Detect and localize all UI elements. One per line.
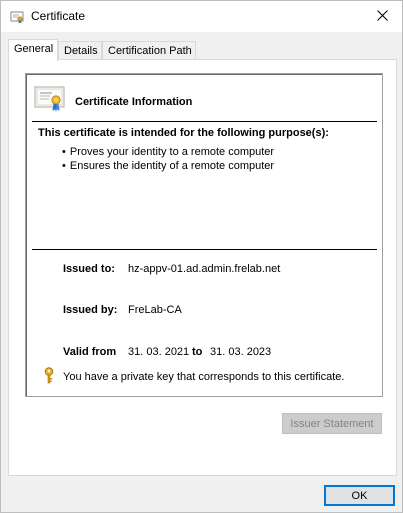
valid-from-label: Valid from xyxy=(63,346,117,358)
issued-to-label: Issued to: xyxy=(63,263,115,275)
private-key-note: You have a private key that corresponds … xyxy=(63,371,345,383)
divider-bottom xyxy=(32,249,377,250)
tab-general[interactable]: General xyxy=(8,39,58,61)
list-item: Proves your identity to a remote compute… xyxy=(62,145,274,159)
title-bar: Certificate xyxy=(1,1,402,32)
purpose-list: Proves your identity to a remote compute… xyxy=(62,145,274,173)
valid-to-label: to xyxy=(192,346,203,358)
close-icon xyxy=(376,9,388,24)
certificate-icon xyxy=(10,10,24,24)
issuer-statement-button[interactable]: Issuer Statement xyxy=(282,413,382,434)
valid-to-value: 31. 03. 2023 xyxy=(210,346,272,358)
issued-to-value: hz-appv-01.ad.admin.frelab.net xyxy=(128,263,281,275)
divider-top xyxy=(32,121,377,122)
purpose-heading: This certificate is intended for the fol… xyxy=(38,127,329,139)
certificate-info-box: Certificate Information This certificate… xyxy=(25,73,383,397)
ok-button[interactable]: OK xyxy=(324,485,395,506)
list-item: Ensures the identity of a remote compute… xyxy=(62,159,274,173)
issued-by-value: FreLab-CA xyxy=(128,304,182,316)
certificate-dialog: Certificate General Details Certificatio… xyxy=(0,0,403,513)
close-button[interactable] xyxy=(362,1,402,32)
valid-from-value: 31. 03. 2021 xyxy=(128,346,190,358)
window-title: Certificate xyxy=(31,9,86,23)
certificate-icon xyxy=(34,85,66,113)
tab-details[interactable]: Details xyxy=(58,41,102,60)
general-tab-panel: Certificate Information This certificate… xyxy=(8,59,397,476)
tab-certification-path[interactable]: Certification Path xyxy=(102,41,196,60)
issued-by-label: Issued by: xyxy=(63,304,118,316)
key-icon xyxy=(43,367,55,384)
certificate-info-title: Certificate Information xyxy=(75,96,193,108)
